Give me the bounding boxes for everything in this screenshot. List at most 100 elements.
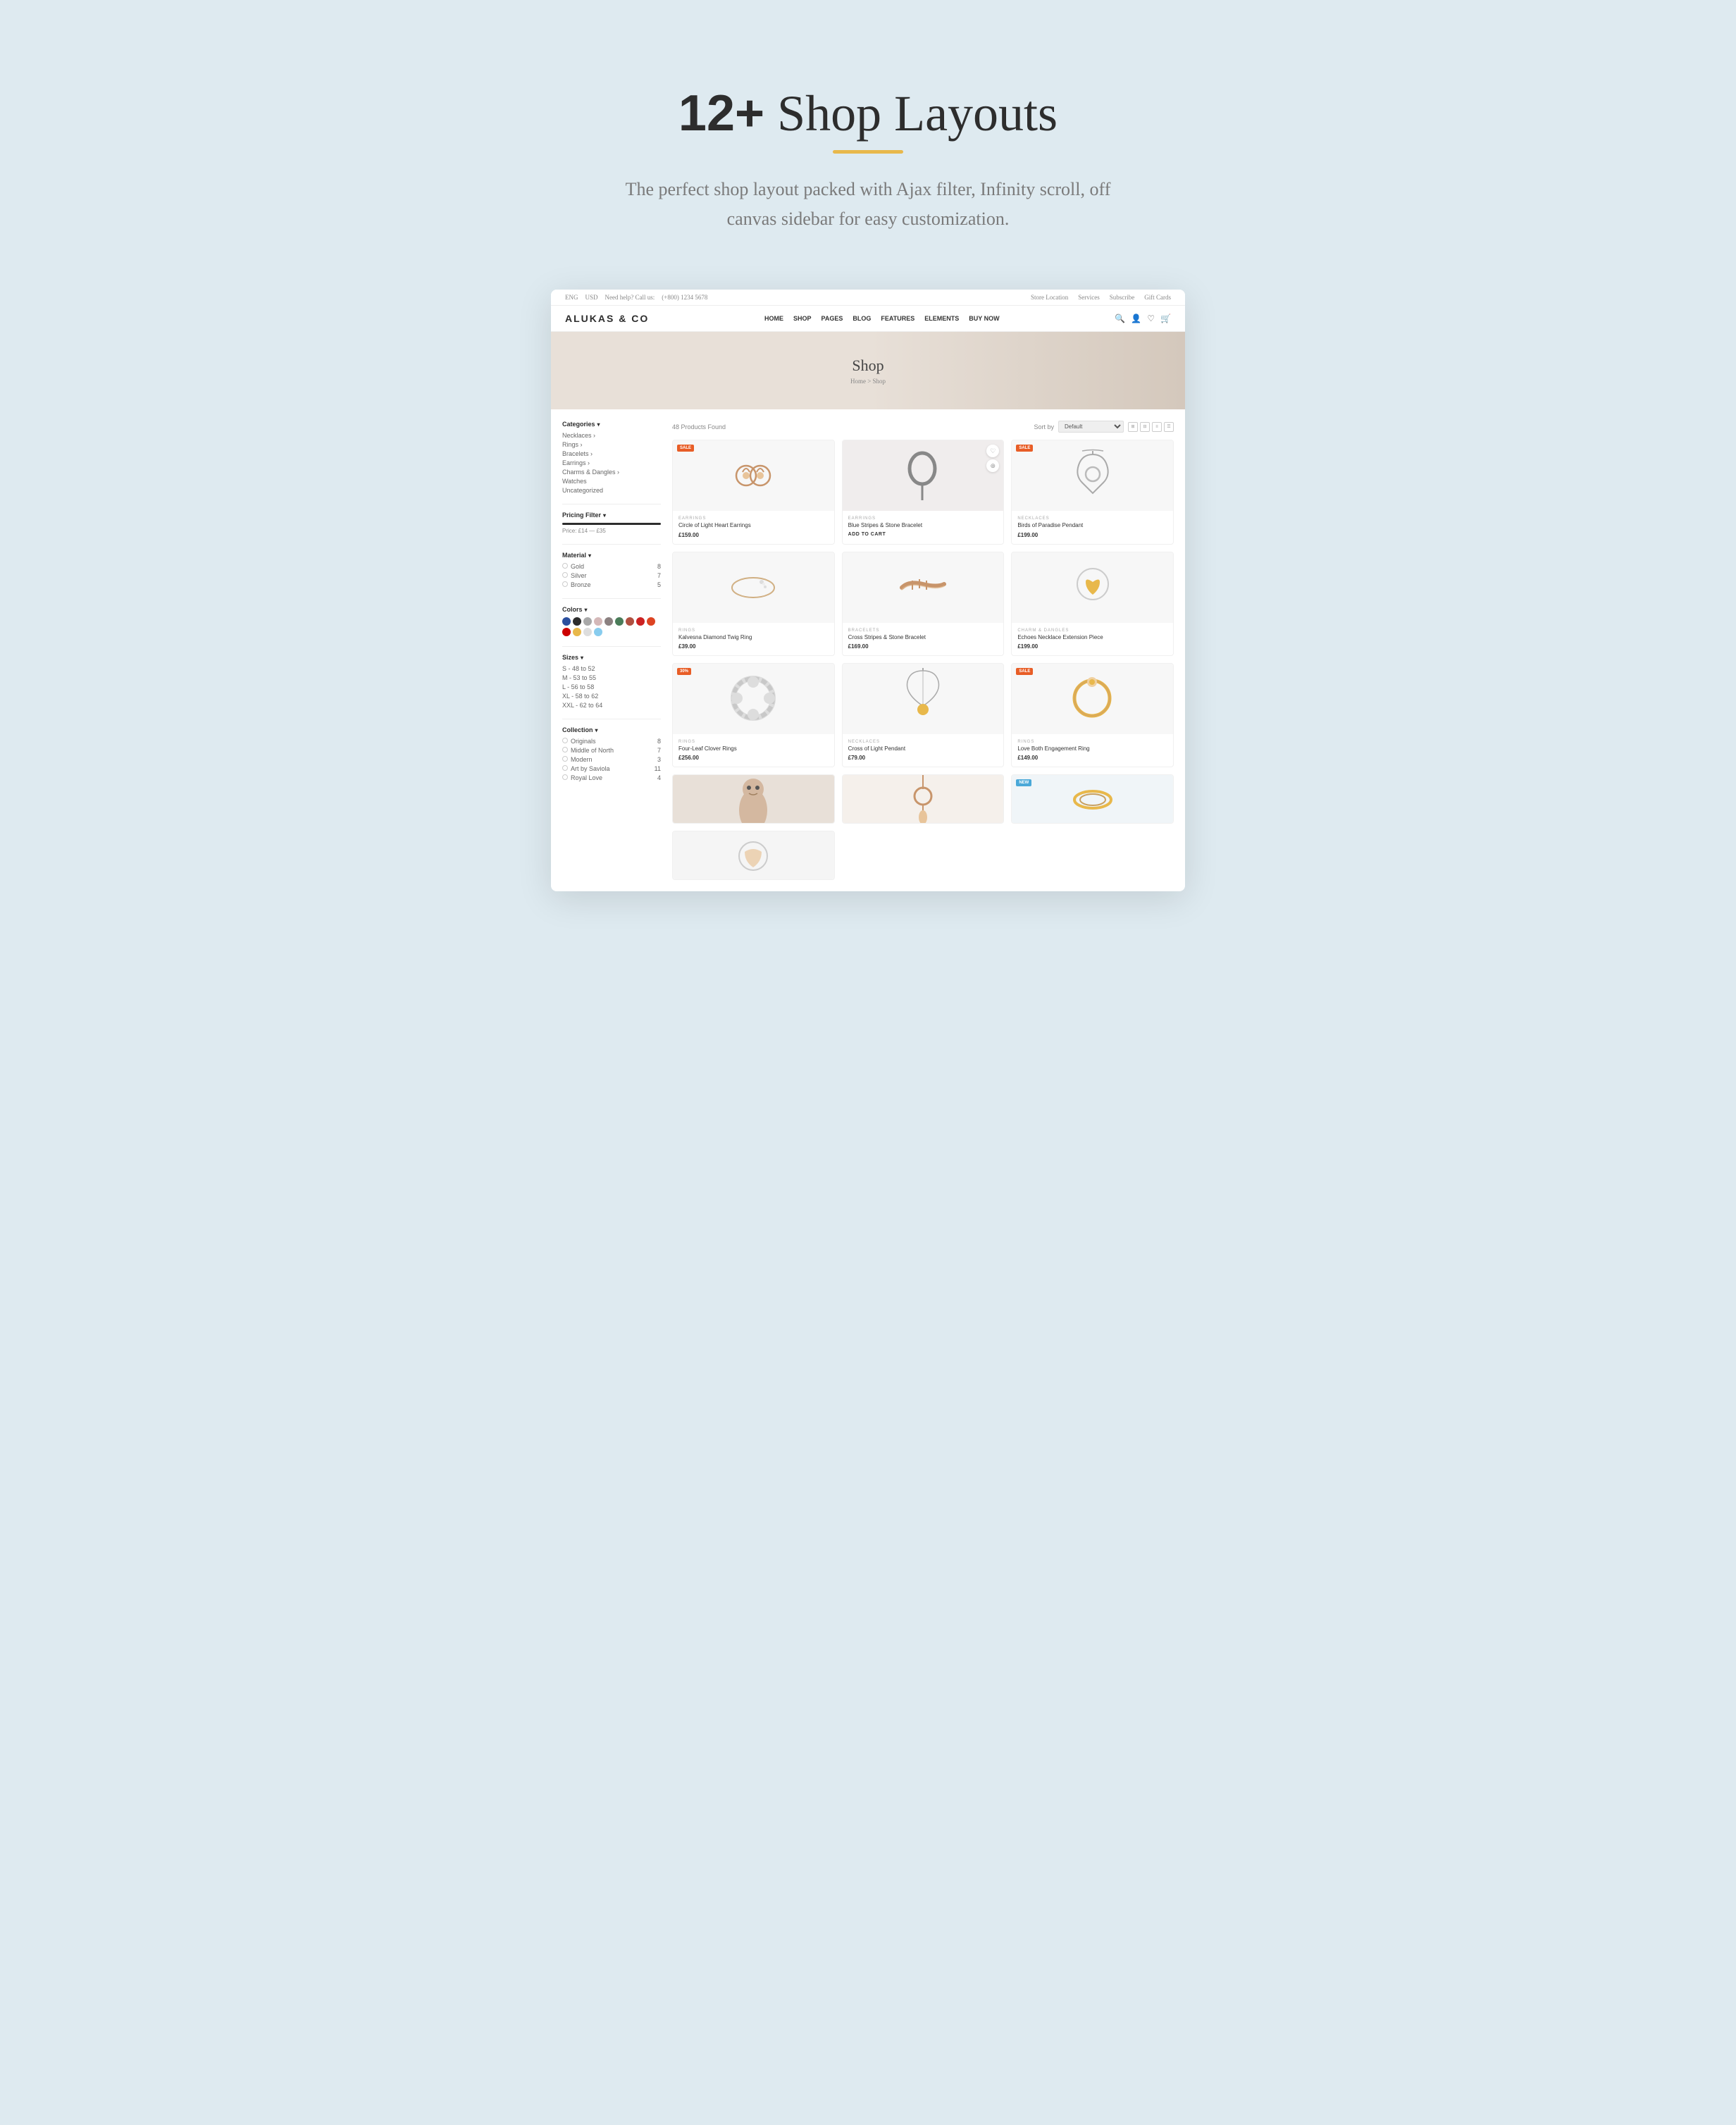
- sidebar-divider-2: [562, 544, 661, 545]
- color-brown-red[interactable]: [626, 617, 634, 626]
- color-dark-red[interactable]: [562, 628, 571, 636]
- nav-logo[interactable]: ALUKAS & CO: [565, 313, 649, 324]
- size-xl[interactable]: XL - 58 to 62: [562, 693, 661, 700]
- collection-originals[interactable]: Originals8: [562, 738, 661, 745]
- product-card-11-partial: [842, 774, 1005, 824]
- sidebar-item-necklaces[interactable]: Necklaces ›: [562, 432, 661, 439]
- material-silver[interactable]: Silver7: [562, 572, 661, 579]
- color-mauve[interactable]: [604, 617, 613, 626]
- collection-modern[interactable]: Modern3: [562, 756, 661, 763]
- product-name-6[interactable]: Echoes Necklace Extension Piece: [1017, 634, 1167, 641]
- nav-home[interactable]: HOME: [764, 315, 783, 322]
- categories-heading[interactable]: Categories: [562, 421, 661, 428]
- top-bar-right: Store Location Services Subscribe Gift C…: [1031, 294, 1171, 301]
- product-image-11[interactable]: [843, 775, 1004, 824]
- sidebar-divider-4: [562, 646, 661, 647]
- partial-earring-icon: [905, 775, 941, 824]
- subscribe-link[interactable]: Subscribe: [1110, 294, 1135, 301]
- list-view[interactable]: ☰: [1164, 422, 1174, 432]
- product-image-5[interactable]: [843, 552, 1004, 623]
- color-light-blue[interactable]: [594, 628, 602, 636]
- cart-icon[interactable]: 🛒: [1160, 314, 1171, 324]
- lang-selector[interactable]: ENG: [565, 294, 578, 301]
- sidebar-item-earrings[interactable]: Earrings ›: [562, 459, 661, 466]
- grid-view-2[interactable]: ≡: [1152, 422, 1162, 432]
- color-orange-red[interactable]: [647, 617, 655, 626]
- color-green[interactable]: [615, 617, 624, 626]
- product-image-9[interactable]: SALE: [1012, 664, 1173, 734]
- product-name-9[interactable]: Love Both Engagement Ring: [1017, 745, 1167, 752]
- color-pink[interactable]: [594, 617, 602, 626]
- nav-buy-now[interactable]: BUY NOW: [969, 315, 999, 322]
- nav-shop[interactable]: SHOP: [793, 315, 812, 322]
- collection-middle-of-north[interactable]: Middle of North7: [562, 747, 661, 754]
- product-name-8[interactable]: Cross of Light Pendant: [848, 745, 998, 752]
- product-name-7[interactable]: Four-Leaf Clover Rings: [678, 745, 829, 752]
- sidebar-item-charms[interactable]: Charms & Dangles ›: [562, 469, 661, 476]
- zoom-btn-2[interactable]: ⊕: [986, 459, 999, 472]
- product-category-4: RINGS: [678, 628, 829, 633]
- product-image-4[interactable]: [673, 552, 834, 623]
- sidebar-item-rings[interactable]: Rings ›: [562, 441, 661, 448]
- color-black[interactable]: [573, 617, 581, 626]
- nav-elements[interactable]: ELEMENTS: [924, 315, 959, 322]
- wishlist-btn-2[interactable]: ♡: [986, 445, 999, 457]
- color-grey[interactable]: [583, 617, 592, 626]
- size-m[interactable]: M - 53 to 55: [562, 674, 661, 681]
- product-name-2[interactable]: Blue Stripes & Stone Bracelet: [848, 522, 998, 529]
- product-image-10[interactable]: [673, 775, 834, 824]
- product-image-13[interactable]: [673, 831, 834, 880]
- product-image-7[interactable]: 30%: [673, 664, 834, 734]
- material-gold[interactable]: Gold8: [562, 563, 661, 570]
- size-s[interactable]: S - 48 to 52: [562, 665, 661, 672]
- sidebar-item-bracelets[interactable]: Bracelets ›: [562, 450, 661, 457]
- sort-select[interactable]: Default Price Low to High Price High to …: [1058, 421, 1124, 433]
- sizes-heading[interactable]: Sizes: [562, 654, 661, 661]
- store-location-link[interactable]: Store Location: [1031, 294, 1068, 301]
- product-image-2[interactable]: ♡ ⊕: [843, 440, 1004, 511]
- nav-pages[interactable]: PAGES: [822, 315, 843, 322]
- services-link[interactable]: Services: [1078, 294, 1100, 301]
- size-l[interactable]: L - 56 to 58: [562, 683, 661, 690]
- nav-blog[interactable]: BLOG: [852, 315, 871, 322]
- color-gold[interactable]: [573, 628, 581, 636]
- wishlist-icon[interactable]: ♡: [1147, 314, 1155, 324]
- nav-features[interactable]: FEATURES: [881, 315, 914, 322]
- sidebar-item-watches[interactable]: Watches: [562, 478, 661, 485]
- sidebar-item-uncategorized[interactable]: Uncategorized: [562, 487, 661, 494]
- product-name-3[interactable]: Birds of Paradise Pendant: [1017, 522, 1167, 529]
- hero-subtitle: The perfect shop layout packed with Ajax…: [621, 175, 1115, 233]
- price-label: Price: £14 — £35: [562, 528, 661, 534]
- collection-royal-love[interactable]: Royal Love4: [562, 774, 661, 781]
- product-card-1: SALE EARRINGS: [672, 440, 835, 544]
- grid-view-3[interactable]: ⊟: [1140, 422, 1150, 432]
- product-name-4[interactable]: Kalvesna Diamond Twig Ring: [678, 634, 829, 641]
- currency-selector[interactable]: USD: [585, 294, 598, 301]
- collection-heading[interactable]: Collection: [562, 726, 661, 733]
- add-to-cart-2[interactable]: ADD TO CART: [848, 532, 998, 537]
- gift-cards-link[interactable]: Gift Cards: [1144, 294, 1171, 301]
- product-image-12[interactable]: NEW: [1012, 775, 1173, 824]
- color-light-grey[interactable]: [583, 628, 592, 636]
- product-badge-9: SALE: [1016, 668, 1033, 675]
- color-red[interactable]: [636, 617, 645, 626]
- color-blue[interactable]: [562, 617, 571, 626]
- product-name-1[interactable]: Circle of Light Heart Earrings: [678, 522, 829, 529]
- price-range-bar[interactable]: [562, 523, 661, 525]
- product-image-3[interactable]: SALE: [1012, 440, 1173, 511]
- pricing-filter-heading[interactable]: Pricing Filter: [562, 512, 661, 519]
- size-xxl[interactable]: XXL - 62 to 64: [562, 702, 661, 709]
- product-image-1[interactable]: SALE: [673, 440, 834, 511]
- colors-heading[interactable]: Colors: [562, 606, 661, 613]
- product-image-6[interactable]: [1012, 552, 1173, 623]
- hero-section: 12+ Shop Layouts The perfect shop layout…: [14, 42, 1722, 290]
- material-heading[interactable]: Material: [562, 552, 661, 559]
- search-icon[interactable]: 🔍: [1115, 314, 1125, 324]
- material-bronze[interactable]: Bronze5: [562, 581, 661, 588]
- product-image-8[interactable]: [843, 664, 1004, 734]
- grid-view-4[interactable]: ⊞: [1128, 422, 1138, 432]
- product-name-5[interactable]: Cross Stripes & Stone Bracelet: [848, 634, 998, 641]
- partial-item-icon: [732, 835, 774, 877]
- user-icon[interactable]: 👤: [1131, 314, 1141, 324]
- collection-art-by-saviola[interactable]: Art by Saviola11: [562, 765, 661, 772]
